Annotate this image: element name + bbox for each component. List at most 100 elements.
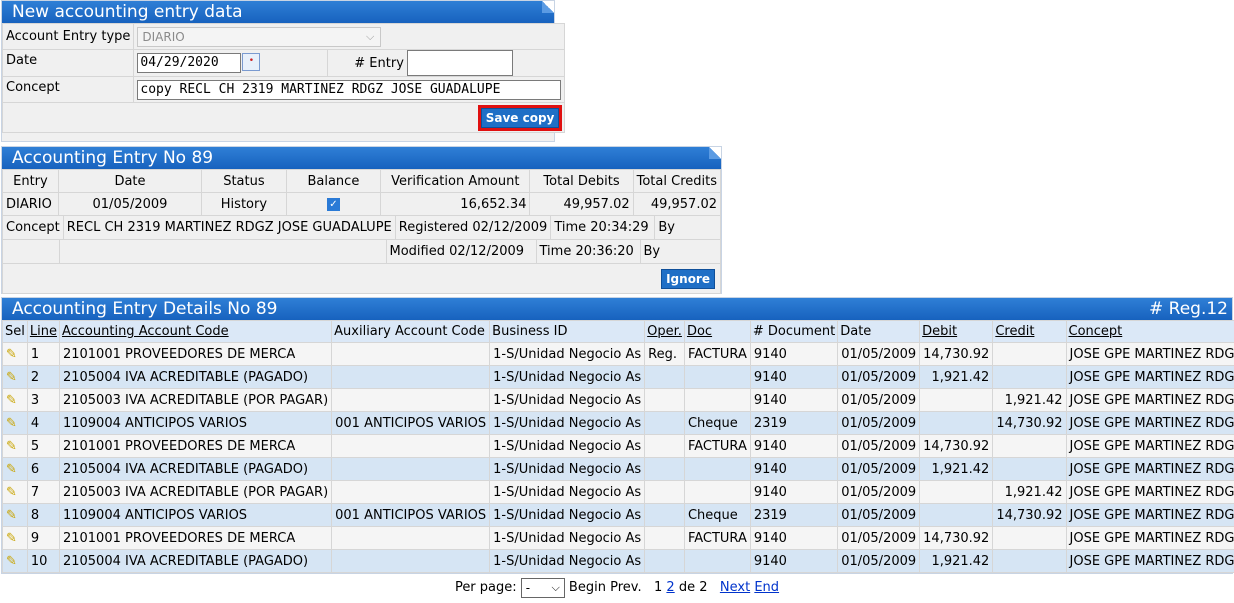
row-credit: 14,730.92: [992, 411, 1067, 435]
row-doc: [683, 480, 751, 504]
edit-pencil-icon[interactable]: ✎: [6, 416, 17, 431]
row-select-cell: ✎: [2, 503, 28, 527]
pager-begin: Begin: [568, 580, 606, 595]
row-business-id: 1-S/Unidad Negocio As: [489, 526, 646, 550]
col-date: Date: [837, 320, 921, 343]
col-verification: Verification Amount: [380, 169, 531, 193]
row-business-id: 1-S/Unidad Negocio As: [489, 342, 646, 366]
pager-of: de 2: [678, 580, 708, 595]
col-aux-code: Auxiliary Account Code: [331, 320, 491, 343]
row-credit: 1,921.42: [992, 388, 1067, 412]
row-line: 1: [26, 342, 60, 366]
row-account-code: 2101001 PROVEEDORES DE MERCA: [58, 434, 333, 458]
corner-fold-icon: [542, 1, 554, 13]
row-document: 9140: [749, 388, 839, 412]
row-date: 01/05/2009: [837, 526, 921, 550]
edit-pencil-icon[interactable]: ✎: [6, 462, 17, 477]
col-credit[interactable]: Credit: [992, 320, 1067, 343]
pager-next[interactable]: Next: [720, 580, 750, 595]
row-doc: [683, 549, 751, 573]
edit-pencil-icon[interactable]: ✎: [6, 554, 17, 569]
col-balance: Balance: [285, 169, 382, 193]
new-entry-panel: New accounting entry data Account Entry …: [1, 0, 566, 142]
row-oper: [644, 457, 685, 481]
balance-checkbox[interactable]: ✓: [326, 197, 340, 211]
row-aux-code: 001 ANTICIPOS VARIOS: [331, 503, 491, 527]
calendar-icon[interactable]: •: [242, 53, 261, 71]
entry-date: 01/05/2009: [57, 192, 203, 216]
per-page-select[interactable]: - ⌵: [520, 577, 565, 598]
row-select-cell: ✎: [2, 342, 28, 366]
edit-pencil-icon[interactable]: ✎: [6, 531, 17, 546]
row-document: 2319: [749, 503, 839, 527]
row-date: 01/05/2009: [837, 457, 921, 481]
edit-pencil-icon[interactable]: ✎: [6, 370, 17, 385]
edit-pencil-icon[interactable]: ✎: [6, 485, 17, 500]
col-total-credits: Total Credits: [632, 169, 722, 193]
row-credit: [992, 526, 1067, 550]
chevron-down-icon: ⌵: [551, 580, 560, 594]
row-aux-code: [331, 388, 491, 412]
col-line[interactable]: Line: [26, 320, 60, 343]
row-date: 01/05/2009: [837, 480, 921, 504]
entry-type-select[interactable]: DIARIO ⌵: [137, 26, 382, 47]
col-document: # Document: [749, 320, 839, 343]
row-oper: [644, 434, 685, 458]
col-account-code[interactable]: Accounting Account Code: [58, 320, 333, 343]
pager-page-2[interactable]: 2: [666, 580, 674, 595]
pager-end[interactable]: End: [754, 580, 779, 595]
col-total-debits: Total Debits: [529, 169, 634, 193]
row-business-id: 1-S/Unidad Negocio As: [489, 388, 646, 412]
edit-pencil-icon[interactable]: ✎: [6, 508, 17, 523]
row-concept: JOSE GPE MARTINEZ RDGZ: [1065, 411, 1234, 435]
total-credits: 49,957.02: [632, 192, 722, 216]
entry-modified-time: Time 20:36:20: [536, 240, 641, 263]
col-concept[interactable]: Concept: [1065, 320, 1234, 343]
concept-input[interactable]: copy RECL CH 2319 MARTINEZ RDGZ JOSE GUA…: [137, 79, 562, 100]
concept-label: Concept: [1, 76, 135, 103]
row-account-code: 2105003 IVA ACREDITABLE (POR PAGAR): [58, 480, 333, 504]
entry-registered: Registered 02/12/2009: [395, 216, 552, 239]
row-aux-code: [331, 434, 491, 458]
details-table: Sel Line Accounting Account Code Auxilia…: [2, 320, 1234, 573]
entry-title: Accounting Entry No 89: [12, 148, 214, 168]
row-oper: [644, 365, 685, 389]
row-oper: Reg.: [644, 342, 685, 366]
row-date: 01/05/2009: [837, 549, 921, 573]
edit-pencil-icon[interactable]: ✎: [6, 347, 17, 362]
date-label: Date: [1, 49, 135, 77]
pager-prev: Prev.: [610, 580, 642, 595]
row-doc: FACTURA: [683, 526, 751, 550]
entry-concept-label: Concept: [3, 216, 64, 239]
col-entry: Entry: [2, 169, 59, 193]
row-credit: [992, 434, 1067, 458]
row-concept: JOSE GPE MARTINEZ RDGZ: [1065, 526, 1234, 550]
col-oper[interactable]: Oper.: [644, 320, 685, 343]
col-debit[interactable]: Debit: [919, 320, 994, 343]
row-debit: 1,921.42: [919, 549, 994, 573]
entry-status: History: [201, 192, 287, 216]
entry-number-input[interactable]: [406, 50, 513, 76]
row-document: 9140: [749, 480, 839, 504]
edit-pencil-icon[interactable]: ✎: [6, 393, 17, 408]
row-credit: 14,730.92: [992, 503, 1067, 527]
row-aux-code: [331, 480, 491, 504]
row-aux-code: [331, 342, 491, 366]
row-account-code: 2105004 IVA ACREDITABLE (PAGADO): [58, 365, 333, 389]
new-entry-title: New accounting entry data: [12, 2, 243, 22]
row-date: 01/05/2009: [837, 342, 921, 366]
ignore-button[interactable]: Ignore: [661, 268, 715, 289]
entry-modified-by: By: [640, 240, 720, 263]
save-copy-button[interactable]: Save copy: [477, 104, 563, 131]
row-document: 9140: [749, 549, 839, 573]
col-doc[interactable]: Doc: [683, 320, 751, 343]
row-business-id: 1-S/Unidad Negocio As: [489, 411, 646, 435]
entry-number-label: # Entry: [327, 49, 404, 77]
date-input[interactable]: 04/29/2020: [137, 53, 242, 73]
table-row: ✎ 5 2101001 PROVEEDORES DE MERCA 1-S/Unidad…: [2, 434, 1234, 458]
row-document: 9140: [749, 457, 839, 481]
col-business-id: Business ID: [489, 320, 646, 343]
row-select-cell: ✎: [2, 434, 28, 458]
edit-pencil-icon[interactable]: ✎: [6, 439, 17, 454]
row-date: 01/05/2009: [837, 365, 921, 389]
